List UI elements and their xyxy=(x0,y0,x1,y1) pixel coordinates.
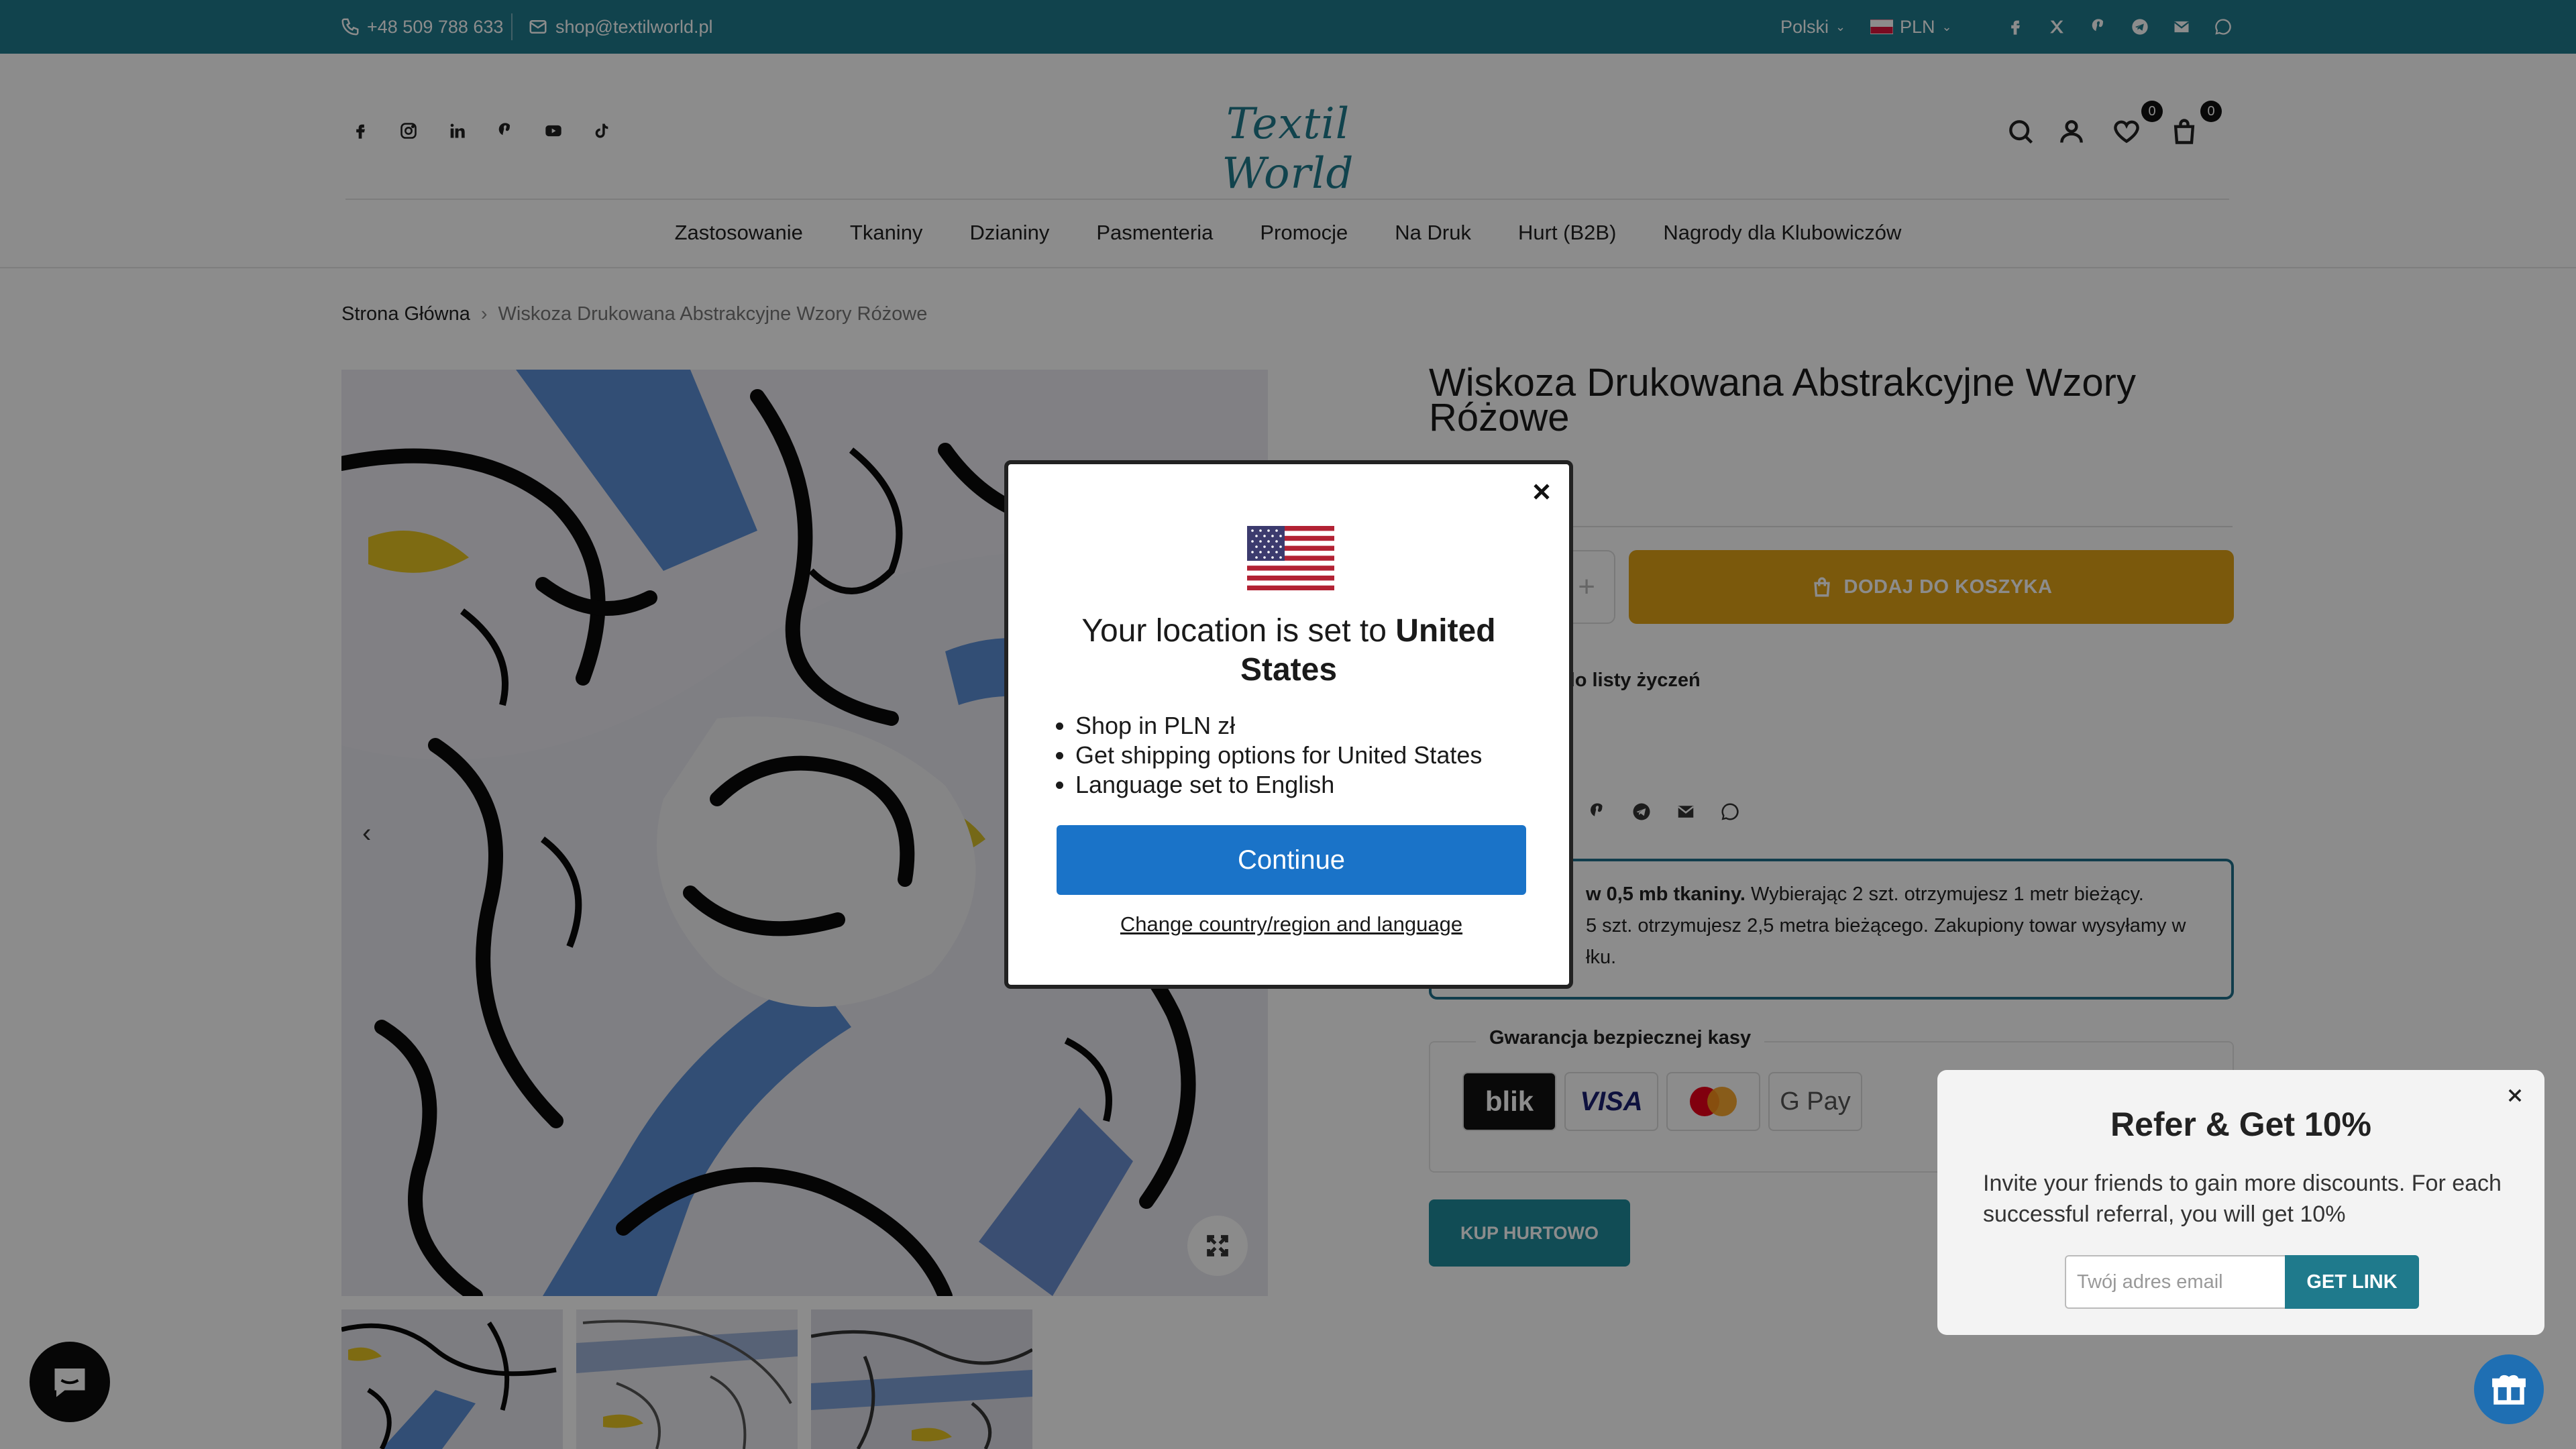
list-item: Shop in PLN zł xyxy=(1075,711,1532,741)
modal-info-list: Shop in PLN zł Get shipping options for … xyxy=(1075,711,1532,800)
get-link-button[interactable]: GET LINK xyxy=(2285,1255,2419,1309)
modal-title-prefix: Your location is set to xyxy=(1081,613,1396,649)
referral-popup: Refer & Get 10% Invite your friends to g… xyxy=(1937,1070,2544,1335)
modal-title: Your location is set to United States xyxy=(1049,612,1529,690)
referral-title: Refer & Get 10% xyxy=(2110,1106,2372,1143)
continue-button[interactable]: Continue xyxy=(1057,825,1526,895)
list-item: Language set to English xyxy=(1075,770,1532,800)
referral-description: Invite your friends to gain more discoun… xyxy=(1983,1171,2502,1227)
referral-email-input[interactable]: Twój adres email xyxy=(2065,1255,2286,1309)
us-flag-icon xyxy=(1247,526,1334,590)
list-item: Get shipping options for United States xyxy=(1075,741,1532,770)
location-modal: Your location is set to United States Sh… xyxy=(1004,460,1573,989)
change-country-link[interactable]: Change country/region and language xyxy=(1057,912,1526,936)
gift-icon xyxy=(2492,1375,2526,1405)
rewards-launcher-button[interactable] xyxy=(2474,1354,2544,1424)
close-icon[interactable] xyxy=(1525,475,1558,508)
